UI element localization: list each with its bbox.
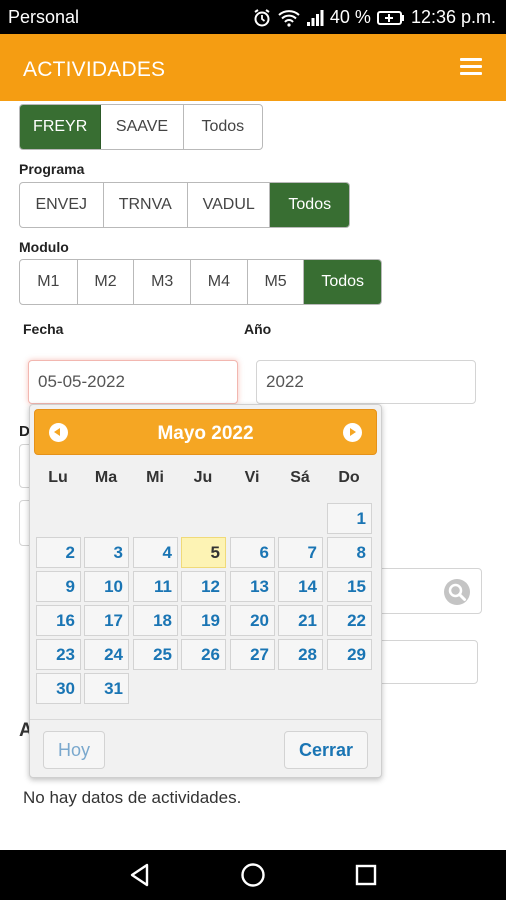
- weekday-header: Do: [338, 469, 360, 486]
- modulo-option-m4[interactable]: M4: [191, 260, 248, 304]
- group-option-todos[interactable]: Todos: [184, 105, 262, 149]
- battery-percent: 40 %: [329, 7, 371, 27]
- calendar-day[interactable]: 17: [84, 605, 129, 636]
- carrier-name: Personal: [8, 7, 80, 27]
- calendar-day[interactable]: 19: [181, 605, 226, 636]
- calendar-day[interactable]: 11: [133, 571, 178, 602]
- search-icon[interactable]: [443, 578, 471, 606]
- wifi-icon: [278, 9, 300, 27]
- calendar-day[interactable]: 29: [327, 639, 372, 670]
- modulo-option-m3[interactable]: M3: [134, 260, 192, 304]
- programa-label: Programa: [19, 161, 85, 177]
- weekday-header: Ma: [94, 469, 118, 486]
- home-icon[interactable]: [240, 862, 266, 888]
- calendar-day[interactable]: 31: [84, 673, 129, 704]
- anio-input[interactable]: 2022: [256, 360, 476, 404]
- programa-option-vadul[interactable]: VADUL: [188, 183, 271, 227]
- calendar-day[interactable]: 7: [278, 537, 323, 568]
- group-option-freyr[interactable]: FREYR: [20, 105, 102, 149]
- calendar-day[interactable]: 12: [181, 571, 226, 602]
- datepicker: Mayo 2022 Lu Ma Mi Ju Vi Sá Do 1 2 3 4 5 6 7 8 9 10 11 12…: [29, 404, 382, 778]
- hamburger-menu-icon[interactable]: [460, 58, 482, 76]
- datepicker-divider: [30, 719, 381, 720]
- back-icon[interactable]: [127, 862, 153, 888]
- group-selector: FREYR SAAVE Todos: [19, 104, 263, 150]
- weekday-header: Ju: [193, 469, 213, 486]
- empty-message: No hay datos de actividades.: [23, 788, 242, 807]
- anio-label: Año: [244, 321, 272, 337]
- calendar-day[interactable]: 10: [84, 571, 129, 602]
- calendar-day[interactable]: 24: [84, 639, 129, 670]
- calendar-day[interactable]: 16: [36, 605, 81, 636]
- calendar-day[interactable]: 23: [36, 639, 81, 670]
- app-bar: ACTIVIDADES: [0, 34, 506, 101]
- recents-icon[interactable]: [354, 863, 378, 887]
- calendar-day[interactable]: 26: [181, 639, 226, 670]
- month-label: Mayo 2022: [157, 423, 254, 444]
- calendar-day[interactable]: 21: [278, 605, 323, 636]
- programa-selector: ENVEJ TRNVA VADUL Todos: [19, 182, 350, 228]
- fecha-label: Fecha: [23, 321, 64, 337]
- system-nav-bar: [0, 850, 506, 900]
- calendar-day[interactable]: 4: [133, 537, 178, 568]
- modulo-label: Modulo: [19, 239, 69, 255]
- calendar-day[interactable]: 1: [327, 503, 372, 534]
- calendar-day[interactable]: 8: [327, 537, 372, 568]
- calendar-day[interactable]: 27: [230, 639, 275, 670]
- datepicker-header: Mayo 2022: [34, 409, 377, 455]
- signal-icon: [306, 9, 324, 26]
- battery-charging-icon: [376, 10, 404, 25]
- weekday-header: Mi: [146, 469, 164, 486]
- calendar-day[interactable]: 30: [36, 673, 81, 704]
- status-bar: Personal 40 % 12:36 p.m.: [0, 0, 506, 34]
- alarm-icon: [254, 8, 270, 26]
- partial-field-3[interactable]: [370, 640, 478, 684]
- calendar-day[interactable]: 3: [84, 537, 129, 568]
- fecha-input[interactable]: 05-05-2022: [28, 360, 238, 404]
- weekday-header: Vi: [244, 469, 260, 486]
- calendar-day[interactable]: 20: [230, 605, 275, 636]
- calendar-day[interactable]: 9: [36, 571, 81, 602]
- close-button[interactable]: Cerrar: [284, 731, 368, 769]
- calendar-day[interactable]: 13: [230, 571, 275, 602]
- calendar-day[interactable]: 6: [230, 537, 275, 568]
- calendar-day[interactable]: 2: [36, 537, 81, 568]
- clock-time: 12:36 p.m.: [410, 7, 496, 27]
- calendar-day[interactable]: 22: [327, 605, 372, 636]
- calendar-day-selected[interactable]: 5: [181, 537, 226, 568]
- calendar-day[interactable]: 15: [327, 571, 372, 602]
- calendar-day[interactable]: 28: [278, 639, 323, 670]
- page-title: ACTIVIDADES: [23, 58, 166, 81]
- programa-option-trnva[interactable]: TRNVA: [104, 183, 188, 227]
- calendar-day[interactable]: 25: [133, 639, 178, 670]
- group-option-saave[interactable]: SAAVE: [101, 105, 184, 149]
- calendar-day[interactable]: 18: [133, 605, 178, 636]
- modulo-option-m1[interactable]: M1: [20, 260, 78, 304]
- today-button[interactable]: Hoy: [43, 731, 105, 769]
- modulo-option-todos[interactable]: Todos: [304, 260, 381, 304]
- calendar-day[interactable]: 14: [278, 571, 323, 602]
- modulo-selector: M1 M2 M3 M4 M5 Todos: [19, 259, 382, 305]
- next-month-icon[interactable]: [343, 423, 362, 442]
- programa-option-todos[interactable]: Todos: [270, 183, 349, 227]
- weekday-header: Sá: [290, 469, 310, 486]
- modulo-option-m2[interactable]: M2: [78, 260, 135, 304]
- modulo-option-m5[interactable]: M5: [248, 260, 305, 304]
- status-icons: 40 % 12:36 p.m.: [252, 7, 496, 28]
- weekday-header: Lu: [48, 469, 68, 486]
- programa-option-envej[interactable]: ENVEJ: [20, 183, 104, 227]
